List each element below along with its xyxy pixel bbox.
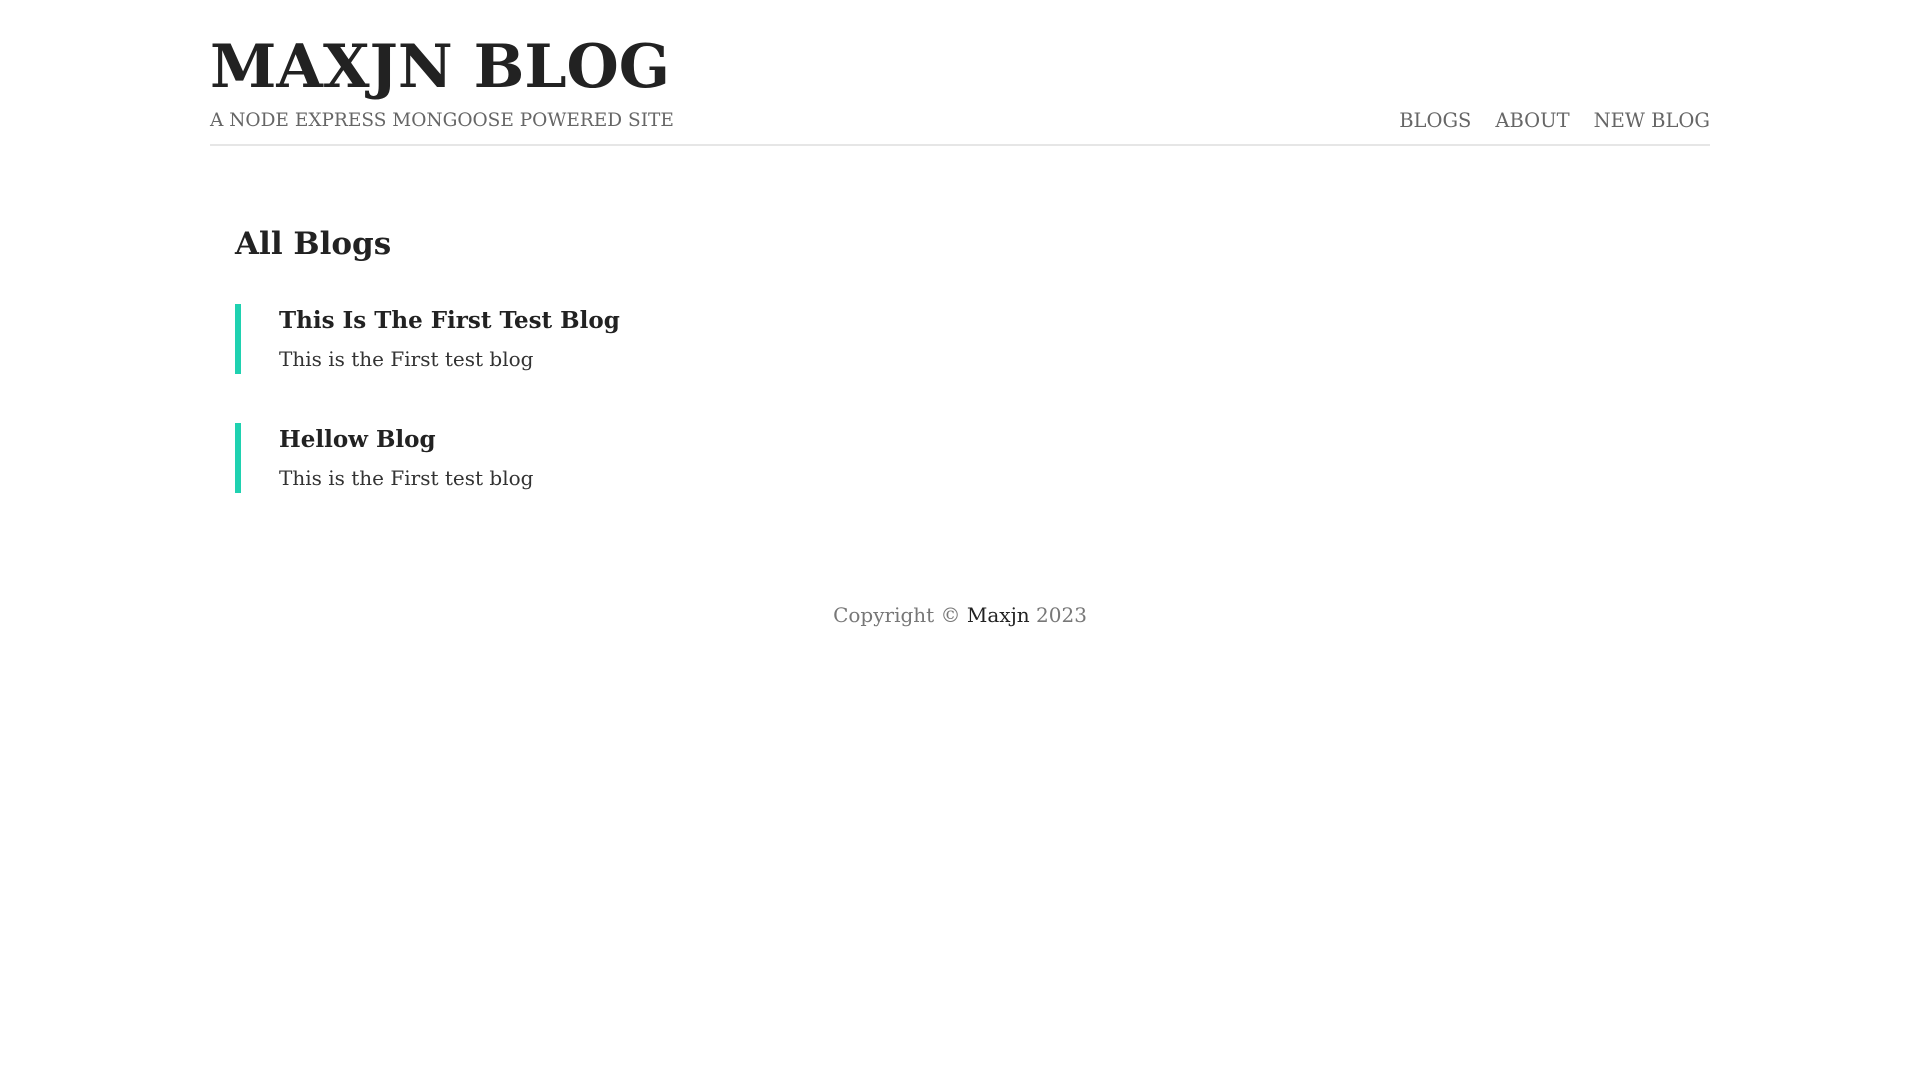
- blog-title: This Is The First Test Blog: [279, 307, 620, 334]
- page: MAXJN BLOG A NODE EXPRESS MONGOOSE POWER…: [0, 0, 1920, 1080]
- blog-list: This Is The First Test Blog This is the …: [235, 304, 1685, 493]
- site-title[interactable]: MAXJN BLOG: [210, 30, 670, 104]
- blog-list-item[interactable]: This Is The First Test Blog This is the …: [235, 304, 1685, 374]
- section-title: All Blogs: [235, 226, 392, 262]
- copyright-text: Copyright ©: [833, 603, 961, 627]
- blog-title: Hellow Blog: [279, 426, 436, 453]
- author-link[interactable]: Maxjn: [967, 603, 1030, 627]
- site-header: MAXJN BLOG A NODE EXPRESS MONGOOSE POWER…: [210, 30, 1710, 146]
- site-footer: Copyright © Maxjn 2023: [0, 600, 1920, 630]
- copyright-year: 2023: [1036, 603, 1087, 627]
- blog-list-item[interactable]: Hellow Blog This is the First test blog: [235, 423, 1685, 493]
- nav-link-about[interactable]: ABOUT: [1495, 108, 1569, 134]
- nav-link-new-blog[interactable]: NEW BLOG: [1594, 108, 1710, 134]
- main-nav: BLOGS ABOUT NEW BLOG: [1399, 108, 1710, 134]
- main-content: All Blogs This Is The First Test Blog Th…: [235, 218, 1685, 542]
- blog-snippet: This is the First test blog: [279, 347, 534, 371]
- blog-snippet: This is the First test blog: [279, 466, 534, 490]
- nav-link-blogs[interactable]: BLOGS: [1399, 108, 1471, 134]
- site-tagline: A NODE EXPRESS MONGOOSE POWERED SITE: [210, 110, 674, 131]
